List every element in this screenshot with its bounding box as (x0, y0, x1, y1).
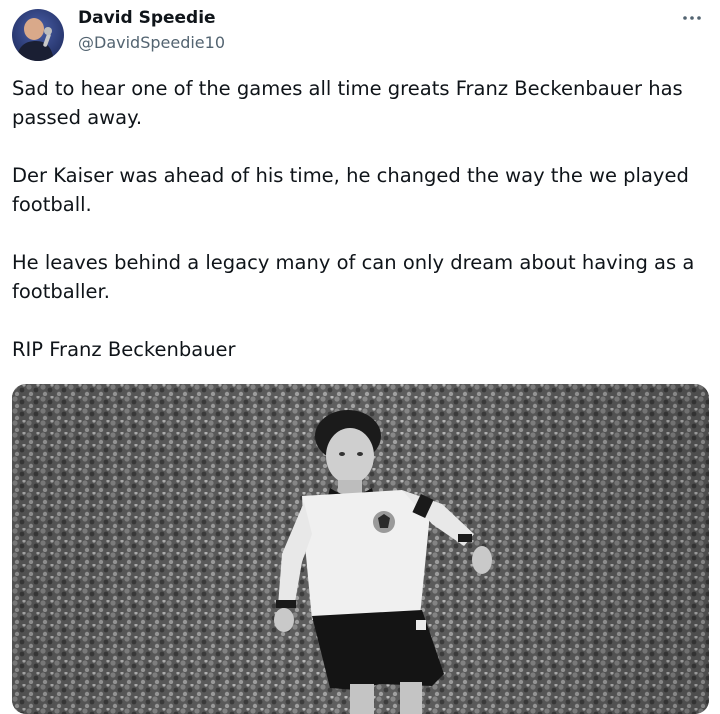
author-display-name[interactable]: David Speedie (78, 7, 216, 29)
avatar-image (12, 9, 64, 61)
tweet-text: Sad to hear one of the games all time gr… (12, 74, 706, 364)
more-horizontal-icon (683, 16, 701, 20)
photo-footballer (12, 384, 709, 714)
tweet-card: David Speedie @DavidSpeedie10 Sad to hea… (0, 0, 720, 714)
tweet-paragraph: Sad to hear one of the games all time gr… (12, 77, 683, 129)
tweet-paragraph: He leaves behind a legacy many of can on… (12, 251, 695, 303)
tweet-paragraph: Der Kaiser was ahead of his time, he cha… (12, 164, 689, 216)
tweet-paragraph: RIP Franz Beckenbauer (12, 338, 236, 361)
author-handle[interactable]: @DavidSpeedie10 (78, 33, 225, 53)
tweet-photo[interactable] (12, 384, 709, 714)
more-options-button[interactable] (676, 6, 708, 30)
avatar[interactable] (12, 9, 64, 61)
